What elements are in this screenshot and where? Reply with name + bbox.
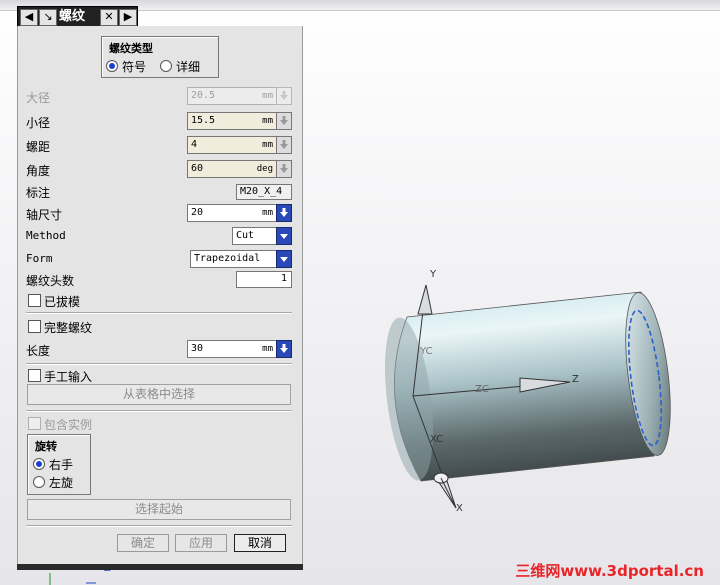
axis-label-zc: ZC [475,384,489,395]
shaft-size-spin-icon[interactable] [276,204,292,222]
form-dropdown-icon[interactable] [276,250,292,268]
forward-arrow-icon[interactable]: ▶ [119,9,137,26]
num-starts-field[interactable]: 1 [236,271,292,288]
close-icon[interactable]: ✕ [100,9,118,26]
length-field[interactable]: 30 mm [187,340,277,358]
shaft-size-label: 轴尺寸 [26,208,63,222]
minor-diameter-label: 小径 [26,116,51,130]
thread-dialog: ◀ ↘ 螺纹 ✕ ▶ 螺纹类型 符号 详细 大径 20.5 mm 小径 15.5 m… [17,6,303,572]
angle-field[interactable]: 60 deg [187,160,277,178]
include-instances-label: 包含实例 [44,418,93,432]
separator [26,363,292,365]
dialog-bottom-edge [17,564,303,570]
radio-detailed-label: 详细 [176,60,201,74]
radio-symbolic[interactable] [106,60,118,72]
thread-type-group: 螺纹类型 符号 详细 [101,36,219,78]
callout-label: 标注 [26,186,51,200]
shaft-size-field[interactable]: 20 mm [187,204,277,222]
callout-field: M20_X_4 [236,184,292,200]
radio-right-hand[interactable] [33,458,45,470]
select-start-button[interactable]: 选择起始 [27,499,291,520]
major-diameter-label: 大径 [26,91,51,105]
major-diameter-field: 20.5 mm [187,87,277,105]
rotation-group: 旋转 右手 左旋 [27,434,91,495]
method-dropdown-icon[interactable] [276,227,292,245]
angle-label: 角度 [26,164,51,178]
pin-icon[interactable]: ↘ [39,9,57,26]
watermark-logo: 三维网www.3dportal.cn [515,562,704,580]
radio-left-hand[interactable] [33,476,45,488]
axis-label-y: Y [429,269,437,280]
num-starts-label: 螺纹头数 [26,274,75,288]
tapered-label: 已拔模 [44,295,81,309]
choose-from-table-button[interactable]: 从表格中选择 [27,384,291,405]
dialog-panel: 螺纹类型 符号 详细 大径 20.5 mm 小径 15.5 mm 螺距 4 mm 角度… [17,26,303,567]
separator [26,525,292,527]
radio-right-hand-label: 右手 [49,458,74,472]
axis-label-x: X [456,503,463,514]
method-select[interactable]: Cut [232,227,277,245]
radio-left-hand-label: 左旋 [49,476,74,490]
include-instances-checkbox [28,417,41,430]
full-thread-label: 完整螺纹 [44,321,93,335]
minor-diameter-spin-icon[interactable] [276,112,292,130]
back-arrow-icon[interactable]: ◀ [20,9,38,26]
separator [26,312,292,314]
dialog-titlebar[interactable]: ◀ ↘ 螺纹 ✕ ▶ [17,6,138,28]
manual-input-label: 手工输入 [44,370,93,384]
pitch-field[interactable]: 4 mm [187,136,277,154]
axis-label-yc: YC [419,346,433,357]
angle-spin-icon[interactable] [276,160,292,178]
radio-detailed[interactable] [160,60,172,72]
major-diameter-spin-icon [276,87,292,105]
minor-diameter-field[interactable]: 15.5 mm [187,112,277,130]
length-spin-icon[interactable] [276,340,292,358]
radio-symbolic-label: 符号 [122,60,147,74]
ok-button[interactable]: 确定 [117,534,169,552]
apply-button[interactable]: 应用 [175,534,227,552]
axis-label-z: Z [572,374,579,385]
tapered-checkbox[interactable] [28,294,41,307]
manual-input-checkbox[interactable] [28,369,41,382]
method-label: Method [26,229,66,242]
cancel-button[interactable]: 取消 [234,534,286,552]
pitch-label: 螺距 [26,140,51,154]
dialog-title: 螺纹 [59,9,86,24]
separator [26,410,292,412]
thread-type-title: 螺纹类型 [109,42,153,55]
full-thread-checkbox[interactable] [28,320,41,333]
length-label: 长度 [26,344,51,358]
rotation-title: 旋转 [35,440,57,453]
axis-label-xc: XC [430,434,443,445]
pitch-spin-icon[interactable] [276,136,292,154]
form-label: Form [26,252,53,265]
form-select[interactable]: Trapezoidal [190,250,277,268]
